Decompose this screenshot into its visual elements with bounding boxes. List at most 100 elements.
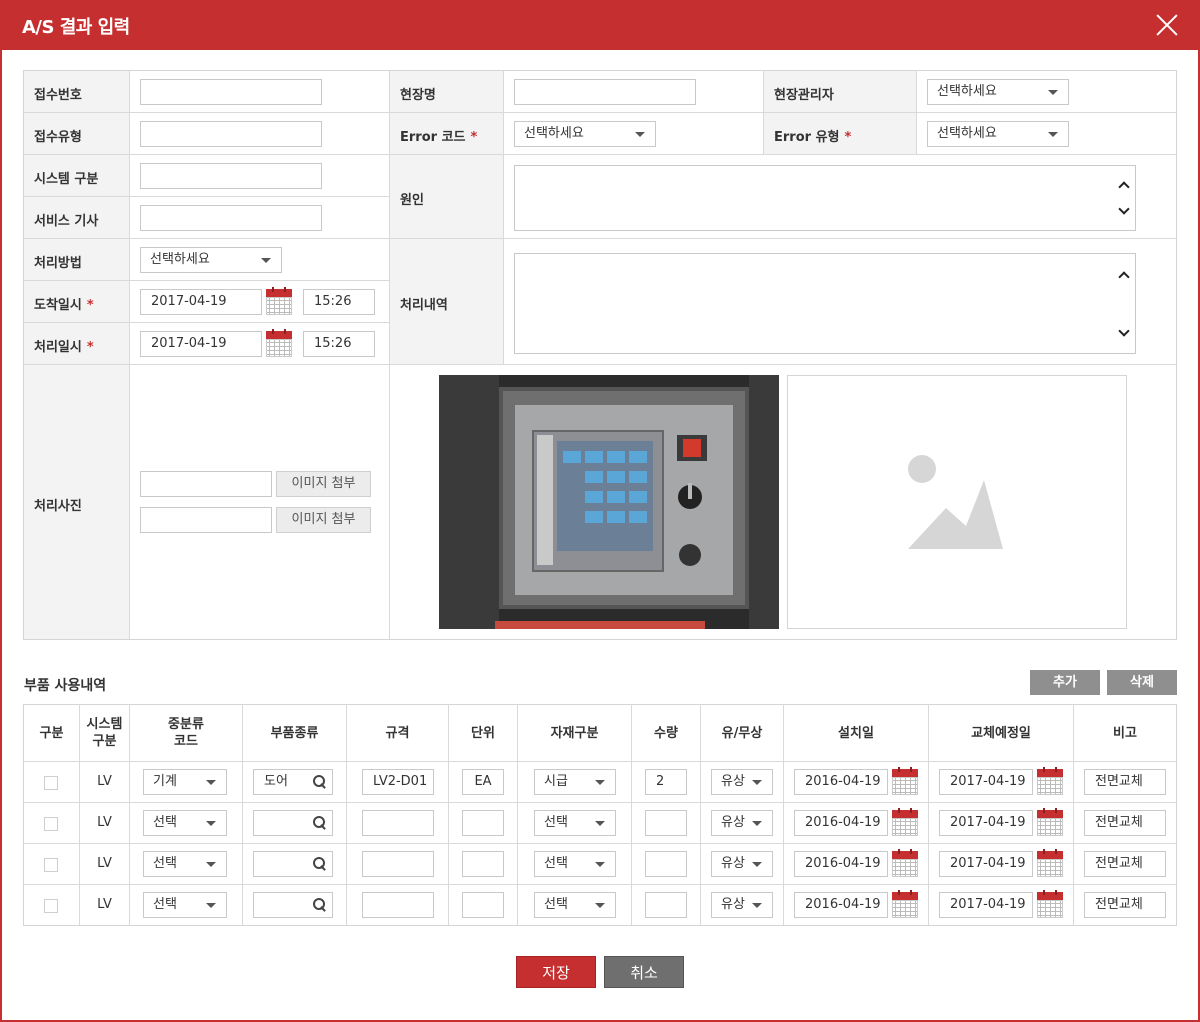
- service-tech-input[interactable]: [140, 205, 322, 231]
- save-button[interactable]: 저장: [516, 956, 596, 988]
- calendar-icon[interactable]: [892, 808, 918, 836]
- calendar-icon[interactable]: [892, 767, 918, 795]
- search-icon[interactable]: [313, 898, 327, 912]
- spec-input[interactable]: [362, 892, 434, 918]
- delete-row-button[interactable]: 삭제: [1107, 670, 1177, 695]
- calendar-icon[interactable]: [1037, 849, 1063, 877]
- unit-input[interactable]: [462, 810, 504, 836]
- error-type-select[interactable]: 선택하세요: [927, 121, 1069, 147]
- receipt-no-input[interactable]: [140, 79, 322, 105]
- material-select[interactable]: 시급: [534, 769, 616, 795]
- error-code-select[interactable]: 선택하세요: [514, 121, 656, 147]
- material-select[interactable]: 선택: [534, 892, 616, 918]
- cancel-button[interactable]: 취소: [604, 956, 684, 988]
- error-type-label-text: Error 유형: [774, 130, 840, 145]
- scroll-down-icon[interactable]: [1119, 206, 1129, 216]
- paid-select[interactable]: 유상: [711, 810, 773, 836]
- cause-textarea[interactable]: [514, 165, 1136, 231]
- system-cell: LV: [97, 815, 112, 830]
- replace-date-input[interactable]: 2017-04-19: [939, 769, 1033, 795]
- note-input[interactable]: 전면교체: [1084, 892, 1166, 918]
- calendar-icon[interactable]: [892, 890, 918, 918]
- calendar-icon[interactable]: [1037, 767, 1063, 795]
- paid-select[interactable]: 유상: [711, 769, 773, 795]
- material-select[interactable]: 선택: [534, 851, 616, 877]
- qty-input[interactable]: [645, 892, 687, 918]
- scroll-down-icon[interactable]: [1119, 328, 1129, 338]
- col-header-spec: 규격: [385, 726, 410, 741]
- calendar-icon[interactable]: [1037, 890, 1063, 918]
- install-date-input[interactable]: 2016-04-19: [794, 851, 888, 877]
- spec-input[interactable]: [362, 810, 434, 836]
- unit-input[interactable]: [462, 851, 504, 877]
- chevron-down-icon: [206, 862, 216, 867]
- search-icon[interactable]: [313, 816, 327, 830]
- paid-select[interactable]: 유상: [711, 892, 773, 918]
- calendar-icon[interactable]: [1037, 808, 1063, 836]
- receipt-type-input[interactable]: [140, 121, 322, 147]
- replace-date-input[interactable]: 2017-04-19: [939, 851, 1033, 877]
- chevron-down-icon: [635, 132, 645, 137]
- spec-input[interactable]: LV2-D01: [362, 769, 434, 795]
- arrival-date-input[interactable]: 2017-04-19: [140, 289, 262, 315]
- qty-input[interactable]: 2: [645, 769, 687, 795]
- unit-input[interactable]: EA: [462, 769, 504, 795]
- col-header-code: 중분류 코드: [168, 717, 204, 749]
- calendar-icon[interactable]: [892, 849, 918, 877]
- spec-input[interactable]: [362, 851, 434, 877]
- site-manager-select[interactable]: 선택하세요: [927, 79, 1069, 105]
- scroll-up-icon[interactable]: [1119, 180, 1129, 190]
- method-label: 처리방법: [34, 256, 82, 271]
- chevron-down-icon: [595, 780, 605, 785]
- install-date-input[interactable]: 2016-04-19: [794, 810, 888, 836]
- row-checkbox[interactable]: [44, 817, 58, 831]
- process-date-input[interactable]: 2017-04-19: [140, 331, 262, 357]
- process-detail-label: 처리내역: [400, 298, 448, 313]
- chevron-down-icon: [595, 903, 605, 908]
- material-value: 선택: [544, 856, 568, 871]
- install-date-input[interactable]: 2016-04-19: [794, 769, 888, 795]
- col-header-paid: 유/무상: [721, 726, 763, 741]
- unit-input[interactable]: [462, 892, 504, 918]
- code-value: 선택: [153, 856, 177, 871]
- note-input[interactable]: 전면교체: [1084, 810, 1166, 836]
- col-header-system: 시스템 구분: [86, 717, 123, 749]
- search-icon[interactable]: [313, 775, 327, 789]
- code-select[interactable]: 선택: [143, 892, 227, 918]
- material-select[interactable]: 선택: [534, 810, 616, 836]
- photo-file-input-2[interactable]: [140, 507, 272, 533]
- material-value: 선택: [544, 815, 568, 830]
- paid-select[interactable]: 유상: [711, 851, 773, 877]
- required-mark: *: [844, 130, 852, 145]
- code-select[interactable]: 기계: [143, 769, 227, 795]
- note-input[interactable]: 전면교체: [1084, 851, 1166, 877]
- attach-image-button-1[interactable]: 이미지 첨부: [276, 471, 371, 497]
- process-detail-textarea[interactable]: [514, 253, 1136, 354]
- note-input[interactable]: 전면교체: [1084, 769, 1166, 795]
- row-checkbox[interactable]: [44, 899, 58, 913]
- qty-input[interactable]: [645, 810, 687, 836]
- photo-file-input-1[interactable]: [140, 471, 272, 497]
- chevron-down-icon: [1048, 132, 1058, 137]
- add-row-button[interactable]: 추가: [1030, 670, 1100, 695]
- row-checkbox[interactable]: [44, 776, 58, 790]
- scroll-up-icon[interactable]: [1119, 270, 1129, 280]
- search-icon[interactable]: [313, 857, 327, 871]
- code-select[interactable]: 선택: [143, 810, 227, 836]
- process-time-input[interactable]: 15:26: [303, 331, 375, 357]
- attach-image-button-2[interactable]: 이미지 첨부: [276, 507, 371, 533]
- paid-value: 유상: [721, 815, 745, 830]
- replace-date-input[interactable]: 2017-04-19: [939, 810, 1033, 836]
- site-name-input[interactable]: [514, 79, 696, 105]
- arrival-time-input[interactable]: 15:26: [303, 289, 375, 315]
- code-value: 선택: [153, 897, 177, 912]
- method-select[interactable]: 선택하세요: [140, 247, 282, 273]
- row-checkbox[interactable]: [44, 858, 58, 872]
- calendar-icon[interactable]: [266, 287, 292, 315]
- code-select[interactable]: 선택: [143, 851, 227, 877]
- system-type-input[interactable]: [140, 163, 322, 189]
- replace-date-input[interactable]: 2017-04-19: [939, 892, 1033, 918]
- install-date-input[interactable]: 2016-04-19: [794, 892, 888, 918]
- qty-input[interactable]: [645, 851, 687, 877]
- calendar-icon[interactable]: [266, 329, 292, 357]
